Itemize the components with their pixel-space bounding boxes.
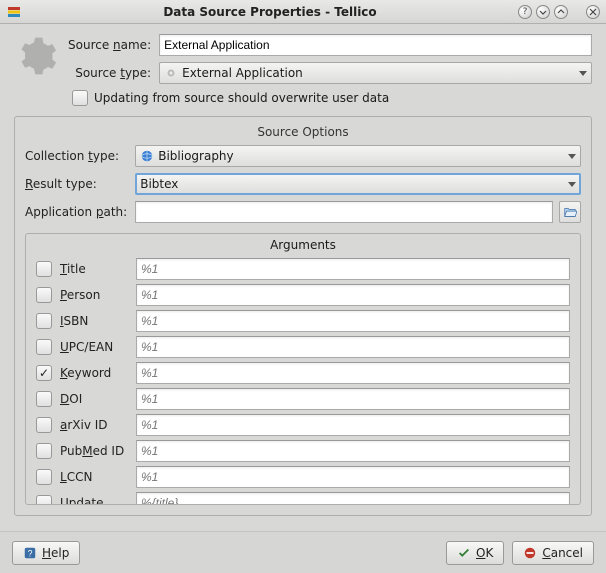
argument-checkbox[interactable] xyxy=(36,313,52,329)
argument-input[interactable] xyxy=(136,388,570,410)
argument-label: arXiv ID xyxy=(60,418,130,432)
source-type-label: Source type: xyxy=(68,66,153,80)
argument-label: DOI xyxy=(60,392,130,406)
chevron-down-icon xyxy=(568,182,576,187)
argument-row: Update xyxy=(36,490,570,505)
argument-checkbox[interactable] xyxy=(36,287,52,303)
argument-input[interactable] xyxy=(136,440,570,462)
argument-label: Person xyxy=(60,288,130,302)
minimize-button[interactable] xyxy=(536,5,550,19)
argument-row: Title xyxy=(36,256,570,282)
close-button[interactable] xyxy=(586,5,600,19)
argument-row: LCCN xyxy=(36,464,570,490)
source-name-label: Source name: xyxy=(68,38,153,52)
application-path-input[interactable] xyxy=(135,201,553,223)
source-options-group: Source Options Collection type: Bibliogr… xyxy=(14,116,592,516)
help-icon: ? xyxy=(23,546,37,560)
application-path-label: Application path: xyxy=(25,205,129,219)
argument-row: UPC/EAN xyxy=(36,334,570,360)
collection-type-combo[interactable]: Bibliography xyxy=(135,145,581,167)
check-icon xyxy=(457,546,471,560)
argument-row: DOI xyxy=(36,386,570,412)
argument-checkbox[interactable] xyxy=(36,391,52,407)
gear-icon xyxy=(14,34,58,78)
globe-icon xyxy=(140,149,154,163)
folder-open-icon xyxy=(563,205,577,219)
argument-label: Title xyxy=(60,262,130,276)
arguments-title: Arguments xyxy=(26,238,580,252)
argument-row: PubMed ID xyxy=(36,438,570,464)
gear-small-icon xyxy=(164,66,178,80)
result-type-combo[interactable]: Bibtex xyxy=(135,173,581,195)
result-type-value: Bibtex xyxy=(140,177,564,191)
argument-input[interactable] xyxy=(136,284,570,306)
argument-row: ISBN xyxy=(36,308,570,334)
result-type-label: Result type: xyxy=(25,177,129,191)
cancel-icon xyxy=(523,546,537,560)
dialog-content: Source name: Source type: External Appli… xyxy=(0,24,606,568)
argument-label: ISBN xyxy=(60,314,130,328)
window-title: Data Source Properties - Tellico xyxy=(22,5,518,19)
argument-label: LCCN xyxy=(60,470,130,484)
source-name-input[interactable] xyxy=(159,34,592,56)
collection-type-label: Collection type: xyxy=(25,149,129,163)
button-bar: ? Help OK Cancel xyxy=(0,531,606,573)
argument-checkbox[interactable] xyxy=(36,365,52,381)
titlebar: Data Source Properties - Tellico ? xyxy=(0,0,606,24)
argument-checkbox[interactable] xyxy=(36,339,52,355)
browse-file-button[interactable] xyxy=(559,201,581,223)
overwrite-checkbox[interactable] xyxy=(72,90,88,106)
argument-checkbox[interactable] xyxy=(36,443,52,459)
argument-input[interactable] xyxy=(136,336,570,358)
ok-button[interactable]: OK xyxy=(446,541,504,565)
help-button[interactable]: ? Help xyxy=(12,541,80,565)
argument-label: PubMed ID xyxy=(60,444,130,458)
argument-checkbox[interactable] xyxy=(36,469,52,485)
chevron-down-icon xyxy=(568,154,576,159)
source-type-combo[interactable]: External Application xyxy=(159,62,592,84)
argument-input[interactable] xyxy=(136,492,570,505)
argument-label: Keyword xyxy=(60,366,130,380)
argument-checkbox[interactable] xyxy=(36,261,52,277)
help-titlebar-button[interactable]: ? xyxy=(518,5,532,19)
argument-row: Person xyxy=(36,282,570,308)
source-type-value: External Application xyxy=(182,66,575,80)
maximize-button[interactable] xyxy=(554,5,568,19)
argument-input[interactable] xyxy=(136,362,570,384)
source-options-title: Source Options xyxy=(25,125,581,139)
argument-label: Update xyxy=(60,496,130,505)
argument-input[interactable] xyxy=(136,258,570,280)
argument-label: UPC/EAN xyxy=(60,340,130,354)
argument-checkbox[interactable] xyxy=(36,495,52,505)
cancel-button[interactable]: Cancel xyxy=(512,541,594,565)
window-buttons: ? xyxy=(518,5,600,19)
svg-text:?: ? xyxy=(28,548,33,558)
argument-input[interactable] xyxy=(136,466,570,488)
argument-input[interactable] xyxy=(136,414,570,436)
argument-checkbox[interactable] xyxy=(36,417,52,433)
app-icon xyxy=(6,4,22,20)
collection-type-value: Bibliography xyxy=(158,149,564,163)
argument-row: Keyword xyxy=(36,360,570,386)
chevron-down-icon xyxy=(579,71,587,76)
argument-input[interactable] xyxy=(136,310,570,332)
argument-row: arXiv ID xyxy=(36,412,570,438)
arguments-group: Arguments Title Person ISBN UPC/EAN Keyword D… xyxy=(25,233,581,505)
overwrite-label: Updating from source should overwrite us… xyxy=(94,91,389,105)
